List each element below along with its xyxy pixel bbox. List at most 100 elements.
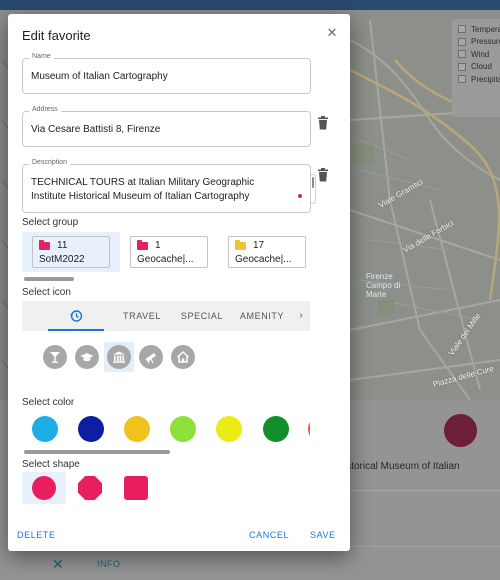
close-icon[interactable]: ✕ [52, 556, 64, 573]
group-count: 1 [155, 240, 161, 251]
map-park [378, 300, 394, 314]
museum-icon [113, 351, 125, 363]
divider [340, 490, 500, 491]
tab-history[interactable] [48, 301, 104, 331]
dialog-title: Edit favorite [22, 28, 91, 43]
shape-option-square[interactable] [114, 472, 158, 504]
color-swatch-orange[interactable] [308, 416, 310, 442]
map-poi-area: Campo di Marte [366, 281, 401, 299]
select-icon-label: Select icon [22, 287, 71, 298]
layer-wind[interactable]: Wind [458, 48, 500, 61]
address-input[interactable]: Via Cesare Battisti 8, Firenze [31, 124, 160, 135]
save-button[interactable]: SAVE [310, 530, 336, 540]
layer-cloud[interactable]: Cloud [458, 61, 500, 74]
address-field[interactable]: Address Via Cesare Battisti 8, Firenze [22, 106, 311, 147]
folder-icon [137, 240, 148, 250]
shape-list [22, 472, 222, 504]
color-swatch-green[interactable] [263, 416, 289, 442]
checkbox-icon[interactable] [458, 75, 466, 84]
tab-amenity[interactable]: AMENITY [232, 301, 292, 331]
tab-special[interactable]: SPECIAL [172, 301, 232, 331]
close-icon[interactable]: ✕ [324, 25, 340, 41]
group-name: Geocache|... [235, 254, 292, 265]
name-field[interactable]: Name Museum of Italian Cartography [22, 53, 311, 94]
group-name: SotM2022 [39, 254, 85, 265]
color-scrollbar[interactable] [24, 450, 170, 454]
color-swatch-light-blue[interactable] [32, 416, 58, 442]
circle-shape-icon [32, 476, 56, 500]
layer-label: Temperature [471, 24, 500, 34]
layer-label: Cloud [471, 62, 492, 72]
select-color-label: Select color [22, 397, 75, 408]
graduation-cap-icon [80, 353, 94, 362]
description-scrollbar[interactable] [310, 174, 316, 204]
checkbox-icon[interactable] [458, 37, 466, 46]
map-park [352, 145, 374, 163]
delete-button[interactable]: DELETE [17, 530, 56, 540]
layer-label: Wind [471, 49, 490, 59]
group-card-sotm2022[interactable]: 11 SotM2022 [22, 232, 120, 272]
tab-travel[interactable]: TRAVEL [112, 301, 172, 331]
description-field-label: Description [29, 159, 71, 166]
group-card-inner: 17 Geocache|... [228, 236, 306, 268]
info-button[interactable]: INFO [97, 559, 121, 569]
description-input[interactable]: TECHNICAL TOURS at Italian Military Geog… [31, 176, 281, 204]
layer-pressure[interactable]: Pressure [458, 36, 500, 49]
telescope-icon [145, 353, 156, 364]
icon-option-graduation-cap[interactable] [72, 342, 102, 372]
color-swatch-light-green[interactable] [170, 416, 196, 442]
icon-option-cocktail[interactable] [40, 342, 70, 372]
layer-precipitation[interactable]: Precipitation [458, 73, 500, 86]
icon-category-tabs: TRAVEL SPECIAL AMENITY › [22, 301, 310, 331]
color-swatch-amber[interactable] [124, 416, 150, 442]
cocktail-icon [50, 352, 60, 363]
name-input[interactable]: Museum of Italian Cartography [31, 71, 168, 82]
house-icon [176, 350, 190, 363]
group-card-inner: 1 Geocache|... [130, 236, 208, 268]
group-count: 11 [57, 240, 68, 251]
square-shape-icon [124, 476, 148, 500]
delete-description-icon[interactable] [317, 168, 329, 182]
octagon-shape-icon [78, 476, 102, 500]
group-card-inner: 11 SotM2022 [32, 236, 110, 268]
layer-temperature[interactable]: Temperature [458, 23, 500, 36]
icon-option-museum[interactable] [104, 342, 134, 372]
delete-address-icon[interactable] [317, 116, 329, 130]
group-count: 17 [253, 240, 265, 251]
edit-favorite-dialog: Edit favorite ✕ Name Museum of Italian C… [8, 14, 350, 551]
color-swatch-dark-blue[interactable] [78, 416, 104, 442]
select-group-label: Select group [22, 217, 79, 228]
group-name: Geocache|... [137, 254, 194, 265]
folder-icon [39, 240, 50, 250]
color-swatch-yellow[interactable] [216, 416, 242, 442]
shape-option-circle[interactable] [22, 472, 66, 504]
select-shape-label: Select shape [22, 459, 80, 470]
checkbox-icon[interactable] [458, 25, 466, 34]
weather-layers-panel[interactable]: Temperature Pressure Wind Cloud Precipit… [452, 19, 500, 117]
group-list: 11 SotM2022 1 Geocache|... 17 Geocache|.… [22, 232, 316, 272]
folder-icon [235, 240, 246, 250]
red-dot-icon [298, 194, 302, 198]
checkbox-icon[interactable] [458, 62, 466, 71]
layer-label: Pressure [471, 37, 500, 47]
layer-label: Precipitation [471, 74, 500, 84]
cancel-button[interactable]: CANCEL [249, 530, 289, 540]
name-field-label: Name [29, 53, 54, 60]
address-field-label: Address [29, 106, 61, 113]
group-card-geocache-1[interactable]: 1 Geocache|... [120, 232, 218, 272]
group-card-geocache-2[interactable]: 17 Geocache|... [218, 232, 316, 272]
icon-option-telescope[interactable] [136, 342, 166, 372]
map-poi-city: Firenze [366, 272, 393, 281]
icon-list [22, 342, 310, 372]
checkbox-icon[interactable] [458, 50, 466, 59]
group-scrollbar[interactable] [24, 277, 74, 281]
map-poi-label: Firenze Campo di Marte [366, 272, 406, 299]
shape-option-octagon[interactable] [68, 472, 112, 504]
description-field[interactable]: Description TECHNICAL TOURS at Italian M… [22, 159, 316, 213]
favorite-description: istorical Museum of Italian [344, 461, 460, 472]
color-list [22, 414, 310, 444]
chevron-right-icon[interactable]: › [292, 301, 310, 331]
icon-option-house[interactable] [168, 342, 198, 372]
favorite-marker-icon [444, 414, 477, 447]
history-icon [69, 310, 83, 322]
